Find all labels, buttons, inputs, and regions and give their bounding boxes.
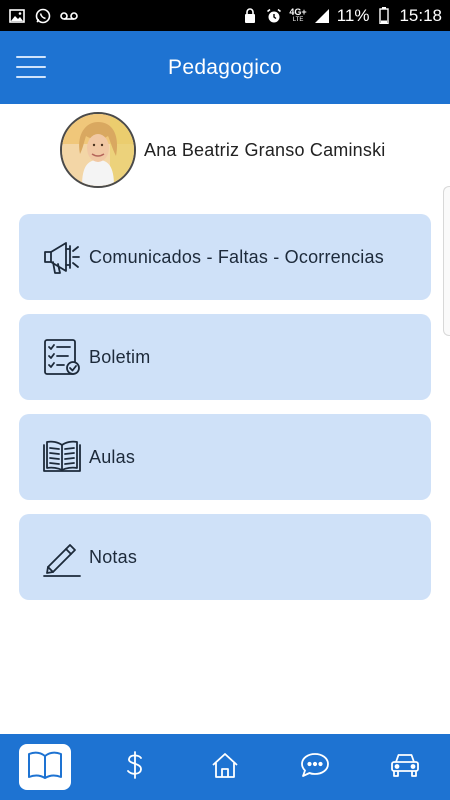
bottom-navigation [0,734,450,800]
menu-item-label: Comunicados - Faltas - Ocorrencias [89,246,384,267]
menu-item-notas[interactable]: Notas [19,514,431,600]
car-icon [390,752,420,783]
menu-item-aulas[interactable]: Aulas [19,414,431,500]
student-name: Ana Beatriz Granso Caminski [144,139,386,160]
menu-item-label: Boletim [89,346,151,367]
menu-item-comunicados[interactable]: Comunicados - Faltas - Ocorrencias [19,214,431,300]
whatsapp-icon [34,8,52,24]
signal-icon [313,8,331,24]
gallery-icon [8,8,26,24]
alarm-icon [265,8,283,24]
battery-percent: 11% [336,5,370,25]
pencil-icon [41,536,83,578]
tab-home[interactable] [180,734,270,800]
active-tab-indicator [19,744,71,790]
open-book-icon [27,750,63,785]
voicemail-icon [60,8,78,24]
checklist-icon [41,336,83,378]
megaphone-icon [41,236,83,278]
clock-time: 15:18 [399,5,442,25]
status-bar: 4G+ LTE 11% 15:18 [0,0,450,31]
dollar-icon [125,750,145,785]
home-icon [211,751,239,784]
menu-item-boletim[interactable]: Boletim [19,314,431,400]
book-icon [41,436,83,478]
avatar [60,112,136,188]
tab-transporte[interactable] [360,734,450,800]
menu-item-label: Aulas [89,446,136,467]
tab-pedagogico[interactable] [0,734,90,800]
battery-icon [375,7,393,24]
tab-financeiro[interactable] [90,734,180,800]
menu-item-label: Notas [89,546,138,567]
network-indicator: 4G+ LTE [289,7,307,24]
student-profile[interactable]: Ana Beatriz Granso Caminski [60,112,386,188]
hamburger-menu-icon[interactable] [16,56,46,78]
tab-chat[interactable] [270,734,360,800]
lock-icon [241,7,259,24]
app-bar: Pedagogico [0,31,450,104]
menu-list: Comunicados - Faltas - Ocorrencias Bolet… [19,214,431,614]
scroll-indicator [443,186,450,336]
chat-icon [300,751,330,784]
page-title: Pedagogico [168,55,282,79]
